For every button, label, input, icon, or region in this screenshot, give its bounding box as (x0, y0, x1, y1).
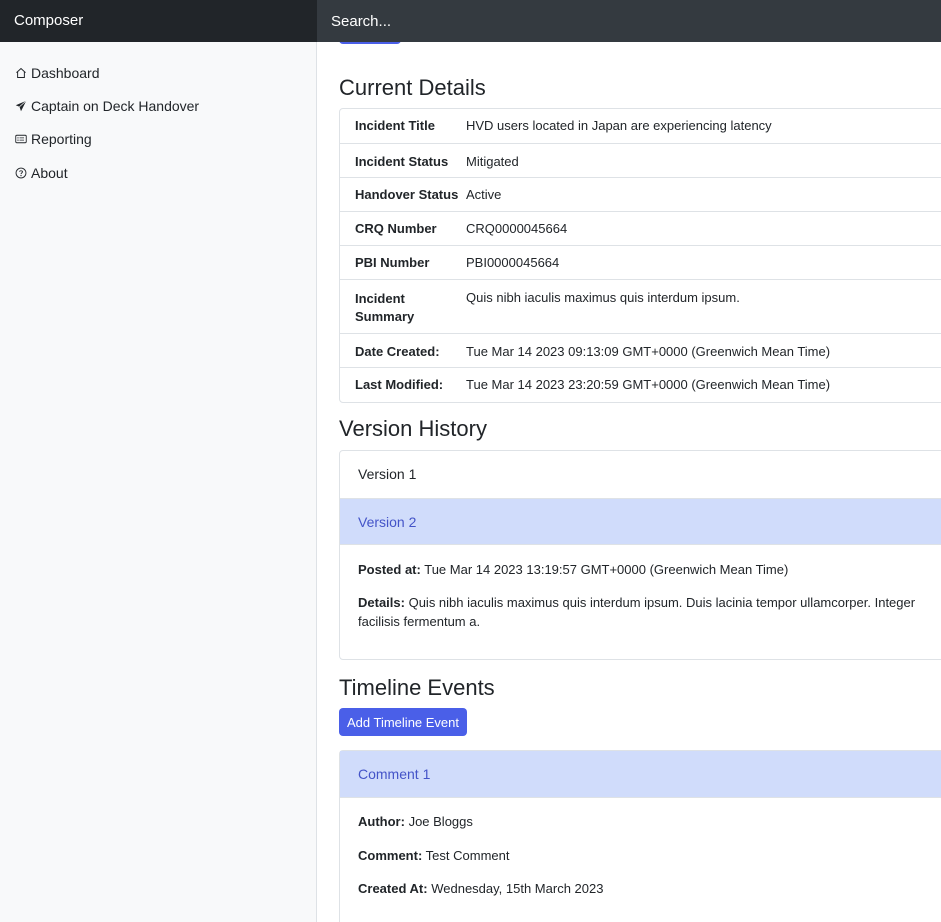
card-list-icon (14, 133, 27, 146)
timeline-events-heading: Timeline Events (339, 675, 495, 700)
sidebar-item-about[interactable]: About (14, 165, 68, 181)
posted-at: Posted at: Tue Mar 14 2023 13:19:57 GMT+… (358, 562, 789, 577)
sidebar-item-captain-on-deck-handover[interactable]: Captain on Deck Handover (14, 98, 199, 114)
search-input[interactable] (317, 0, 941, 42)
details-table: Incident Title HVD users located in Japa… (339, 108, 941, 403)
main-content: Current Details Incident Title HVD users… (317, 42, 941, 922)
row-value: CRQ0000045664 (466, 212, 941, 246)
table-row: Last Modified: Tue Mar 14 2023 23:20:59 … (340, 368, 941, 402)
sidebar-item-label: Dashboard (31, 65, 100, 81)
row-value: Tue Mar 14 2023 09:13:09 GMT+0000 (Green… (466, 334, 941, 368)
row-key: Incident Status (340, 144, 466, 178)
comment-text: Comment: Test Comment (358, 848, 510, 863)
table-row: Handover Status Active (340, 178, 941, 212)
row-key: Last Modified: (355, 377, 444, 392)
table-row: Incident Status Mitigated (340, 144, 941, 178)
row-key: Incident Summary (340, 280, 466, 334)
table-row: Incident Summary Quis nibh iaculis maxim… (340, 280, 941, 334)
row-key: Date Created: (340, 334, 466, 368)
accordion-header-version-2[interactable]: Version 2 (340, 498, 941, 545)
sidebar-item-dashboard[interactable]: Dashboard (14, 65, 100, 81)
question-circle-icon (14, 167, 27, 180)
row-key: PBI Number (340, 246, 466, 280)
version-accordion: Version 1 Version 2 Posted at: Tue Mar 1… (339, 450, 941, 660)
sidebar-item-label: About (31, 165, 68, 181)
sidebar-item-label: Captain on Deck Handover (31, 98, 200, 114)
back-button[interactable] (339, 42, 401, 44)
timeline-accordion: Comment 1 Author: Joe Bloggs Comment: Te… (339, 750, 941, 922)
row-value: Tue Mar 14 2023 23:20:59 GMT+0000 (Green… (466, 377, 831, 392)
add-timeline-event-button[interactable]: Add Timeline Event (339, 708, 468, 736)
version-history-heading: Version History (339, 416, 487, 441)
row-value: HVD users located in Japan are experienc… (466, 109, 941, 144)
accordion-header-comment-1[interactable]: Comment 1 (340, 751, 941, 798)
version-details: Details: Quis nibh iaculis maximus quis … (358, 595, 916, 629)
table-row: CRQ Number CRQ0000045664 (340, 212, 941, 246)
send-icon (14, 100, 27, 113)
row-value: Quis nibh iaculis maximus quis interdum … (466, 280, 941, 334)
row-value: Active (466, 178, 941, 212)
comment-author: Author: Joe Bloggs (358, 814, 473, 829)
row-key: Handover Status (340, 178, 466, 212)
accordion-header-version-1[interactable]: Version 1 (340, 451, 941, 498)
table-row: PBI Number PBI0000045664 (340, 246, 941, 280)
sidebar-item-reporting[interactable]: Reporting (14, 131, 92, 147)
table-row: Incident Title HVD users located in Japa… (340, 109, 941, 144)
row-key: Incident Title (340, 109, 466, 144)
row-key: CRQ Number (340, 212, 466, 246)
accordion-body-version-2: Posted at: Tue Mar 14 2023 13:19:57 GMT+… (340, 545, 941, 631)
current-details-heading: Current Details (339, 75, 486, 100)
sidebar: Dashboard Captain on Deck Handover Repor… (0, 42, 317, 922)
house-icon (14, 67, 27, 80)
table-row: Date Created: Tue Mar 14 2023 09:13:09 G… (340, 334, 941, 368)
row-value: Mitigated (466, 144, 941, 178)
sidebar-item-label: Reporting (31, 131, 92, 147)
accordion-body-comment-1: Author: Joe Bloggs Comment: Test Comment… (340, 798, 941, 898)
row-value: PBI0000045664 (466, 246, 941, 280)
top-navbar: Composer (0, 0, 941, 42)
comment-created-at: Created At: Wednesday, 15th March 2023 (358, 881, 604, 896)
brand-logo[interactable]: Composer (0, 0, 317, 42)
